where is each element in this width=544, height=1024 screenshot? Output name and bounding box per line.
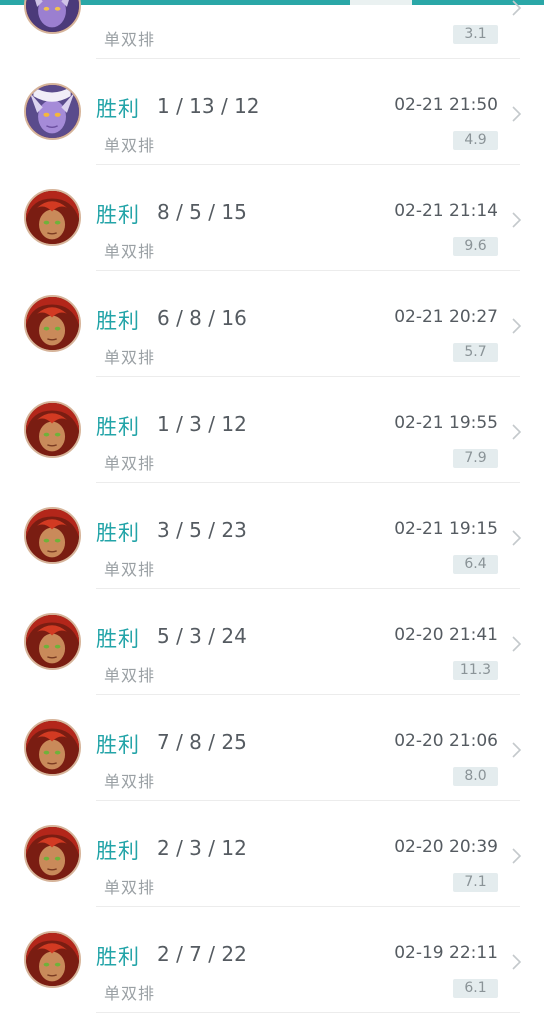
red-hair-champion-icon xyxy=(24,931,81,988)
match-result: 胜利 xyxy=(96,97,140,121)
match-result: 胜利 xyxy=(96,839,140,863)
match-mode: 单双排 xyxy=(104,242,156,261)
match-mode: 单双排 xyxy=(104,984,156,1003)
match-score-badge: 8.0 xyxy=(453,767,498,786)
match-time: 02-20 20:39 xyxy=(394,837,498,857)
match-row[interactable]: 胜利 2 / 7 / 22 单双排 02-19 22:11 6.1 xyxy=(0,907,544,1013)
match-row[interactable]: 胜利 7 / 8 / 25 单双排 02-20 21:06 8.0 xyxy=(0,695,544,801)
match-score-badge: 6.4 xyxy=(453,555,498,574)
match-score-badge: 3.1 xyxy=(453,25,498,44)
red-hair-champion-icon xyxy=(24,719,81,776)
match-mode: 单双排 xyxy=(104,454,156,473)
chevron-right-icon[interactable] xyxy=(510,741,524,759)
match-row[interactable]: 胜利 6 / 8 / 16 单双排 02-21 20:27 5.7 xyxy=(0,271,544,377)
match-kda: 8 / 5 / 15 xyxy=(157,200,247,224)
match-kda: 2 / 3 / 12 xyxy=(157,836,247,860)
match-time: 02-19 22:11 xyxy=(394,943,498,963)
chevron-right-icon[interactable] xyxy=(510,529,524,547)
match-row[interactable]: 胜利 2 / 3 / 12 单双排 02-20 20:39 7.1 xyxy=(0,801,544,907)
match-result: 胜利 xyxy=(96,945,140,969)
match-score-badge: 9.6 xyxy=(453,237,498,256)
match-mode: 单双排 xyxy=(104,772,156,791)
purple-champion-icon xyxy=(24,0,81,34)
red-hair-champion-icon xyxy=(24,825,81,882)
match-mode: 单双排 xyxy=(104,878,156,897)
match-score-badge: 4.9 xyxy=(453,131,498,150)
match-time: 02-21 20:27 xyxy=(394,307,498,327)
match-kda: 3 / 5 / 23 xyxy=(157,518,247,542)
match-row[interactable]: 胜利 3 / 5 / 23 单双排 02-21 19:15 6.4 xyxy=(0,483,544,589)
match-time: 02-21 19:55 xyxy=(394,413,498,433)
chevron-right-icon[interactable] xyxy=(510,105,524,123)
match-kda: 6 / 8 / 16 xyxy=(157,306,247,330)
match-row[interactable]: 单双排 3.1 xyxy=(0,0,544,59)
match-kda: 1 / 3 / 12 xyxy=(157,412,247,436)
match-mode: 单双排 xyxy=(104,30,156,49)
red-hair-champion-icon xyxy=(24,295,81,352)
match-score-badge: 7.1 xyxy=(453,873,498,892)
match-kda: 2 / 7 / 22 xyxy=(157,942,247,966)
match-kda: 7 / 8 / 25 xyxy=(157,730,247,754)
match-mode: 单双排 xyxy=(104,560,156,579)
chevron-right-icon[interactable] xyxy=(510,953,524,971)
match-row[interactable]: 胜利 1 / 13 / 12 单双排 02-21 21:50 4.9 xyxy=(0,59,544,165)
chevron-right-icon[interactable] xyxy=(510,635,524,653)
match-time: 02-20 21:06 xyxy=(394,731,498,751)
red-hair-champion-icon xyxy=(24,189,81,246)
match-result: 胜利 xyxy=(96,521,140,545)
match-time: 02-21 21:50 xyxy=(394,95,498,115)
chevron-right-icon[interactable] xyxy=(510,211,524,229)
match-row[interactable]: 胜利 8 / 5 / 15 单双排 02-21 21:14 9.6 xyxy=(0,165,544,271)
match-mode: 单双排 xyxy=(104,348,156,367)
red-hair-champion-icon xyxy=(24,613,81,670)
match-history-list: 单双排 3.1 胜利 1 / 13 / 12 单双排 02-21 21:50 4… xyxy=(0,0,544,1013)
match-time: 02-21 19:15 xyxy=(394,519,498,539)
match-row[interactable]: 胜利 1 / 3 / 12 单双排 02-21 19:55 7.9 xyxy=(0,377,544,483)
match-result: 胜利 xyxy=(96,309,140,333)
match-score-badge: 7.9 xyxy=(453,449,498,468)
chevron-right-icon[interactable] xyxy=(510,317,524,335)
chevron-right-icon[interactable] xyxy=(510,0,524,17)
match-time: 02-21 21:14 xyxy=(394,201,498,221)
match-time: 02-20 21:41 xyxy=(394,625,498,645)
red-hair-champion-icon xyxy=(24,507,81,564)
match-result: 胜利 xyxy=(96,627,140,651)
chevron-right-icon[interactable] xyxy=(510,423,524,441)
purple-champion-icon xyxy=(24,83,81,140)
match-result: 胜利 xyxy=(96,415,140,439)
match-mode: 单双排 xyxy=(104,136,156,155)
match-score-badge: 11.3 xyxy=(453,661,498,680)
match-score-badge: 5.7 xyxy=(453,343,498,362)
red-hair-champion-icon xyxy=(24,401,81,458)
match-kda: 5 / 3 / 24 xyxy=(157,624,247,648)
match-mode: 单双排 xyxy=(104,666,156,685)
match-kda: 1 / 13 / 12 xyxy=(157,94,260,118)
match-row[interactable]: 胜利 5 / 3 / 24 单双排 02-20 21:41 11.3 xyxy=(0,589,544,695)
match-score-badge: 6.1 xyxy=(453,979,498,998)
match-result: 胜利 xyxy=(96,733,140,757)
chevron-right-icon[interactable] xyxy=(510,847,524,865)
match-result: 胜利 xyxy=(96,203,140,227)
